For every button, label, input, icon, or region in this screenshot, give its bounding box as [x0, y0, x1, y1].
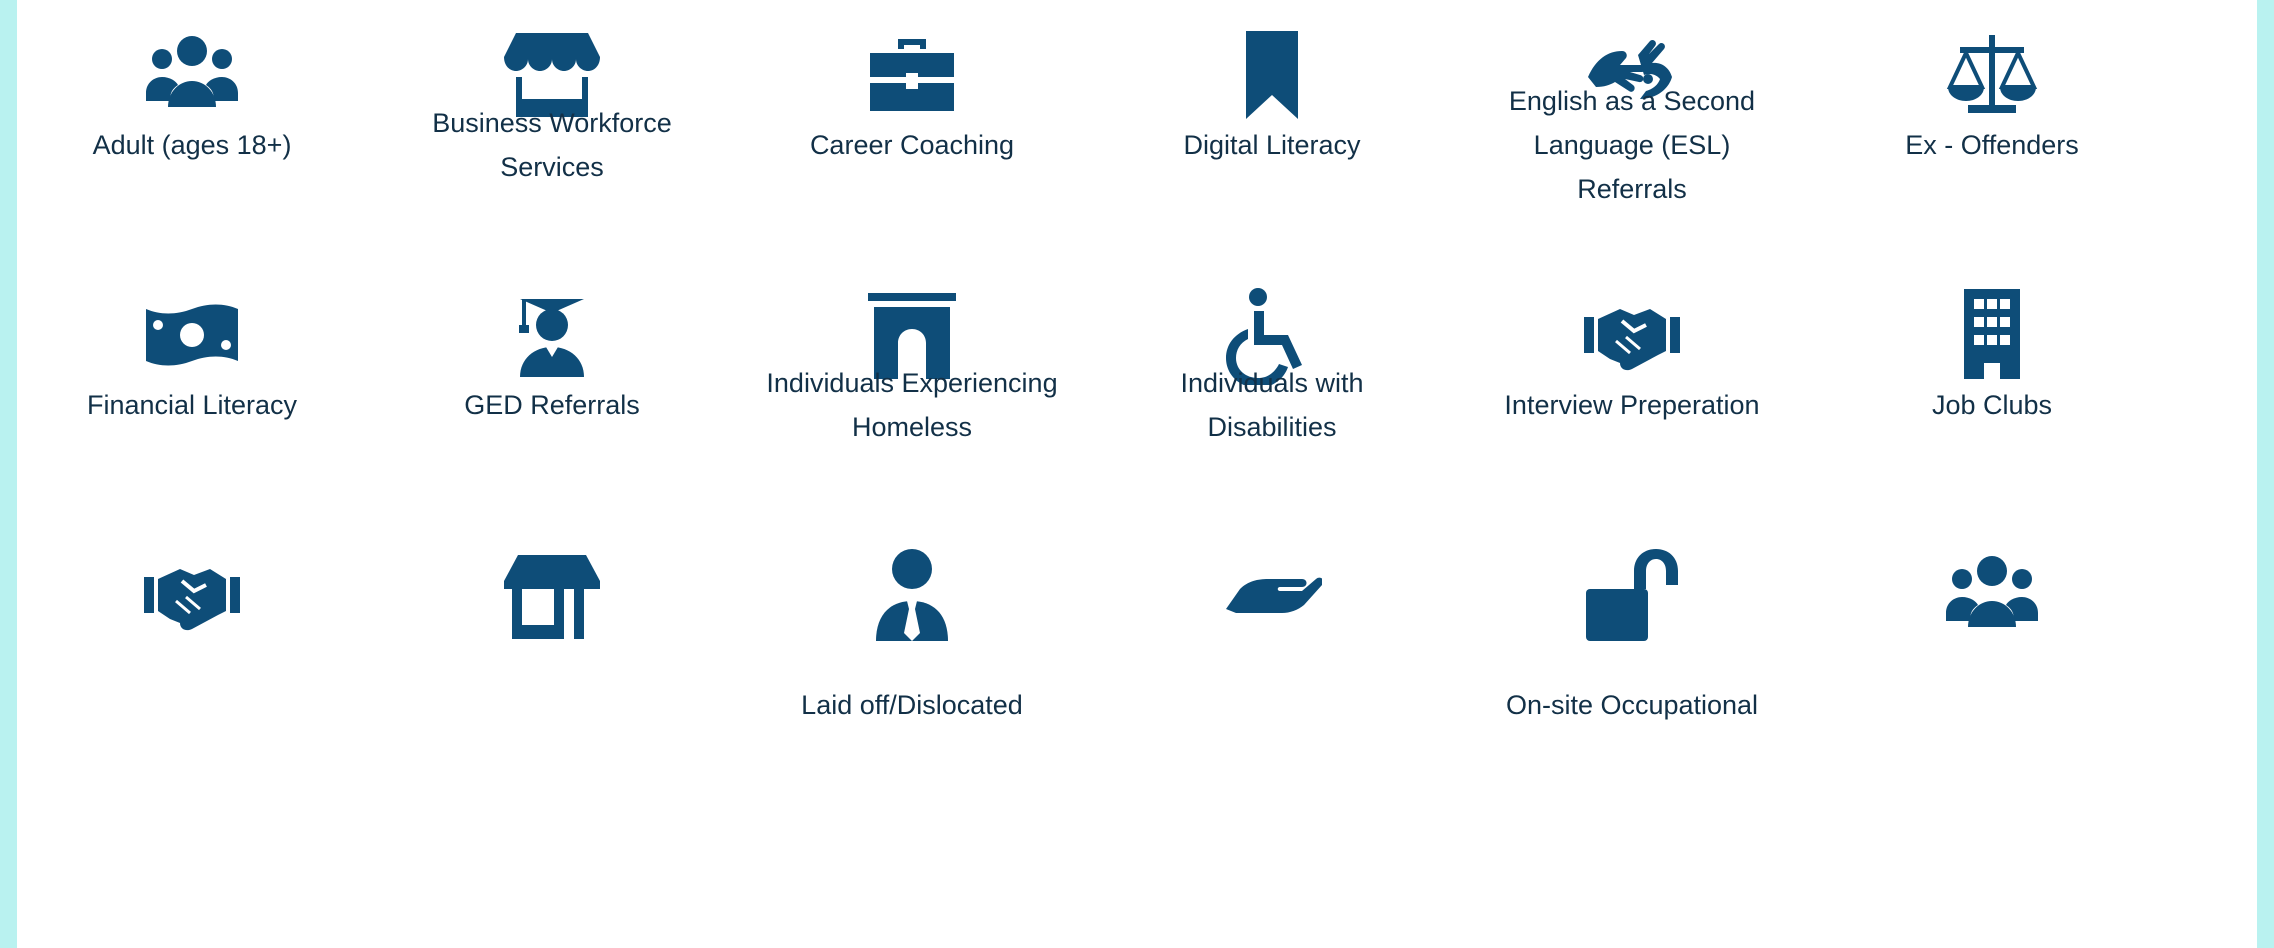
- service-label: Digital Literacy: [1102, 123, 1442, 167]
- service-item[interactable]: GED Referrals: [382, 285, 722, 525]
- service-label-line: Digital Literacy: [1183, 130, 1361, 160]
- service-item[interactable]: Business Workforce Services: [382, 25, 722, 265]
- service-label-line: On-site Occupational: [1505, 690, 1759, 720]
- building-icon: [1942, 285, 2042, 385]
- service-label: GED Referrals: [382, 383, 722, 427]
- service-label: Adult (ages 18+): [22, 123, 362, 167]
- service-item[interactable]: Ex - Offenders: [1822, 25, 2162, 265]
- service-label-line: Adult (ages 18+): [92, 130, 292, 160]
- service-label-line: Business Workforce: [432, 108, 672, 138]
- unlock-icon: [1582, 545, 1682, 645]
- service-label: Business Workforce Services: [382, 101, 722, 189]
- businessman-icon: [862, 545, 962, 645]
- service-item[interactable]: Job Clubs: [1822, 285, 2162, 525]
- service-item[interactable]: Individuals Experiencing Homeless: [742, 285, 1082, 525]
- service-label-line: Financial Literacy: [86, 390, 298, 420]
- service-item[interactable]: [22, 545, 362, 785]
- service-label-line: Career Coaching: [809, 130, 1015, 160]
- briefcase-icon: [862, 25, 962, 125]
- service-label-line: Ex - Offenders: [1905, 130, 2079, 160]
- graduate-icon: [502, 285, 602, 385]
- service-label: Career Coaching: [742, 123, 1082, 167]
- service-label-line: Individuals Experiencing: [766, 368, 1058, 398]
- service-label-line: Disabilities: [1207, 412, 1337, 442]
- service-item[interactable]: Laid off/Dislocated: [742, 545, 1082, 785]
- service-label-line: Job Clubs: [1931, 390, 2053, 420]
- service-label: Individuals with Disabilities: [1102, 361, 1442, 449]
- service-label-line: Interview Preperation: [1504, 390, 1760, 420]
- service-item[interactable]: [382, 545, 722, 785]
- service-label: Financial Literacy: [22, 383, 362, 427]
- handshake-icon: [142, 545, 242, 645]
- service-label-line: Referrals: [1577, 174, 1687, 204]
- service-label-line: Individuals with: [1180, 368, 1364, 398]
- store-icon: [502, 545, 602, 645]
- service-item[interactable]: Interview Preperation: [1462, 285, 1802, 525]
- service-item[interactable]: Financial Literacy: [22, 285, 362, 525]
- service-label: Interview Preperation: [1462, 383, 1802, 427]
- service-label-line: Homeless: [851, 412, 973, 442]
- service-label: Individuals Experiencing Homeless: [742, 361, 1082, 449]
- service-item[interactable]: [1102, 545, 1442, 785]
- service-label-line: GED Referrals: [464, 390, 640, 420]
- service-label-line: English as a Second: [1508, 86, 1756, 116]
- handshake-icon: [1582, 285, 1682, 385]
- service-label: Laid off/Dislocated: [742, 683, 1082, 727]
- service-item[interactable]: Individuals with Disabilities: [1102, 285, 1442, 525]
- service-label: Job Clubs: [1822, 383, 2162, 427]
- bookmark-icon: [1222, 25, 1322, 125]
- service-item[interactable]: English as a Second Language (ESL) Referra…: [1462, 25, 1802, 265]
- users-icon: [1942, 545, 2042, 645]
- service-item[interactable]: [1822, 545, 2162, 785]
- service-label-line: Laid off/Dislocated: [801, 690, 1023, 720]
- money-bill-icon: [142, 285, 242, 385]
- users-icon: [142, 25, 242, 125]
- balance-scale-icon: [1942, 25, 2042, 125]
- service-item[interactable]: Adult (ages 18+): [22, 25, 362, 265]
- service-label: Ex - Offenders: [1822, 123, 2162, 167]
- service-label: English as a Second Language (ESL) Referra…: [1462, 79, 1802, 211]
- services-panel: Adult (ages 18+) Business Workforce Servic…: [17, 0, 2257, 948]
- service-label: On-site Occupational: [1462, 683, 1802, 727]
- service-item[interactable]: On-site Occupational: [1462, 545, 1802, 785]
- service-label-line: Language (ESL): [1533, 130, 1731, 160]
- service-label-line: Services: [500, 152, 604, 182]
- service-item[interactable]: Career Coaching: [742, 25, 1082, 265]
- service-item[interactable]: Digital Literacy: [1102, 25, 1442, 265]
- open-hand-icon: [1222, 545, 1322, 645]
